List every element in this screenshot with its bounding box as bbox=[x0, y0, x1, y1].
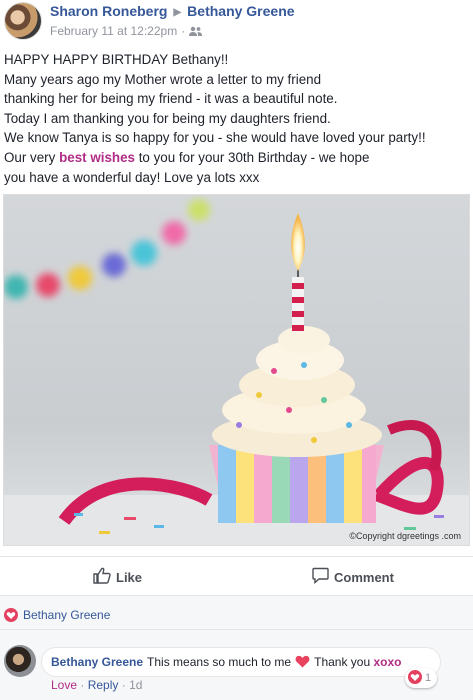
like-button[interactable]: Like bbox=[93, 567, 142, 587]
separator: · bbox=[121, 678, 130, 692]
post-body: HAPPY HAPPY BIRTHDAY Bethany!! Many year… bbox=[4, 50, 472, 187]
photo-copyright: ©Copyright dgreetings .com bbox=[349, 531, 461, 541]
post-line-text: Our very bbox=[4, 149, 60, 165]
thumbs-up-icon bbox=[93, 567, 111, 587]
reaction-names[interactable]: Bethany Greene bbox=[23, 608, 110, 622]
post-line: Today I am thanking you for being my dau… bbox=[4, 110, 331, 126]
post-meta: February 11 at 12:22pm · bbox=[50, 24, 203, 39]
arrow-right-icon: ▶ bbox=[173, 7, 182, 18]
red-heart-icon bbox=[295, 655, 310, 671]
heart-icon[interactable] bbox=[4, 608, 18, 622]
post-line: Many years ago my Mother wrote a letter … bbox=[4, 71, 322, 87]
best-wishes-highlight: best wishes bbox=[59, 149, 135, 165]
comment-bubble-icon bbox=[312, 567, 329, 587]
heart-icon bbox=[408, 669, 422, 687]
post-line: HAPPY HAPPY BIRTHDAY Bethany!! bbox=[4, 52, 229, 67]
meta-separator: · bbox=[181, 24, 186, 38]
post-actions: Like Comment bbox=[0, 556, 473, 596]
post-line-text: to you for your 30th Birthday - we hope bbox=[134, 149, 370, 165]
post-header: Sharon Roneberg ▶ Bethany Greene February … bbox=[0, 0, 473, 44]
comment: Bethany Greene This means so much to me Th… bbox=[0, 630, 473, 700]
post-line: you have a wonderful day! Love ya lots x… bbox=[4, 169, 260, 185]
comment-age[interactable]: 1d bbox=[129, 678, 142, 692]
love-reaction-link[interactable]: Love bbox=[51, 678, 77, 692]
comment-author[interactable]: Bethany Greene bbox=[51, 655, 143, 669]
target-name[interactable]: Bethany Greene bbox=[187, 3, 294, 19]
post-line: Our very best wishes to you for your 30t… bbox=[4, 148, 472, 168]
author-avatar[interactable] bbox=[4, 2, 42, 40]
comment-bubble: Bethany Greene This means so much to me Th… bbox=[41, 647, 441, 677]
author-name[interactable]: Sharon Roneberg bbox=[50, 3, 167, 19]
comment-actions: Love · Reply · 1d bbox=[51, 678, 142, 692]
post-photo[interactable]: ©Copyright dgreetings .com bbox=[3, 194, 470, 546]
commenter-avatar[interactable] bbox=[4, 645, 36, 677]
post-line: thanking her for being my friend - it wa… bbox=[4, 91, 338, 107]
comment-reaction-count[interactable]: 1 bbox=[405, 668, 438, 688]
friends-icon[interactable] bbox=[189, 25, 203, 39]
post-timestamp[interactable]: February 11 at 12:22pm bbox=[50, 24, 177, 38]
xoxo-highlight: xoxo bbox=[373, 655, 402, 669]
post-line: We know Tanya is so happy for you - she … bbox=[4, 130, 426, 146]
reaction-count: 1 bbox=[425, 672, 432, 684]
reply-link[interactable]: Reply bbox=[88, 678, 119, 692]
comment-body: Thank you bbox=[314, 655, 371, 669]
comment-button[interactable]: Comment bbox=[312, 567, 394, 587]
comment-text: Bethany Greene This means so much to me Th… bbox=[51, 655, 402, 671]
like-label: Like bbox=[116, 569, 143, 585]
comment-body: This means so much to me bbox=[147, 655, 292, 669]
separator: · bbox=[80, 678, 88, 692]
post-names: Sharon Roneberg ▶ Bethany Greene bbox=[50, 3, 295, 19]
cupcake-illustration bbox=[4, 195, 469, 545]
reactions-bar: Bethany Greene bbox=[0, 596, 473, 630]
comment-label: Comment bbox=[334, 569, 394, 585]
